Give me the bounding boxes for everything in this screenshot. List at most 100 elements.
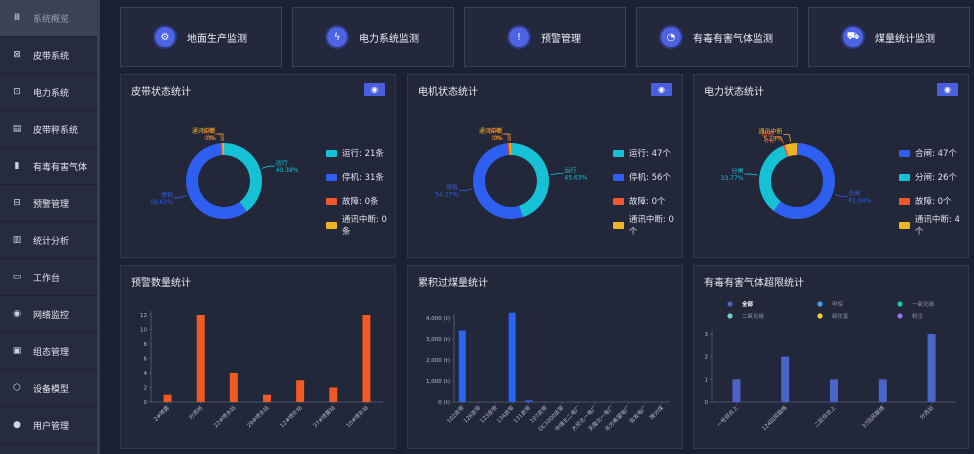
- sidebar: Ⅲ 系统概览 ⊠ 皮带系统 ⊡ 电力系统 ▤ 皮带秤系统 ▮ 有毒有害气体 ⊟ 预警管理 ▥ 统计分析 ▭ 工…: [0, 0, 100, 454]
- slice-percent-label: 59.62%: [150, 199, 173, 206]
- legend-label: 故障: 0条: [342, 197, 379, 207]
- alert-icon: ⊟: [13, 198, 21, 208]
- sidebar-item[interactable]: ▭ 工作台: [0, 259, 97, 296]
- sidebar-item-label: 组态管理: [33, 347, 70, 358]
- motor-status-panel: 电机状态统计 ◉ 运行 45.63% 停机 54.37% 故障 0% 通讯中断 0% 运行: …: [407, 74, 683, 258]
- x-tick-label: 分选站: [918, 403, 936, 421]
- sidebar-item-label: 皮带秤系统: [33, 125, 79, 136]
- y-tick-label: 0 (t): [438, 400, 450, 406]
- x-tick-label: 陕分煤: [648, 403, 666, 421]
- sidebar-item[interactable]: ◉ 网络监控: [0, 296, 97, 333]
- legend-swatch: [613, 149, 624, 157]
- legend-item: 故障: 0个: [613, 189, 682, 213]
- bar: [508, 312, 516, 402]
- nav-card[interactable]: ⛟ 煤量统计监测: [808, 7, 970, 67]
- slice-percent-label: 45.63%: [564, 175, 587, 182]
- sidebar-item-label: 电力系统: [33, 88, 70, 99]
- legend-label: 通讯中断: 4个: [914, 215, 960, 237]
- legend-item: 合闸: 47个: [899, 141, 968, 165]
- gas-bottle-icon: ▮: [14, 161, 20, 171]
- lightning-icon: ϟ: [327, 27, 347, 47]
- label-line: [744, 173, 758, 176]
- legend-marker: [897, 301, 903, 307]
- belt-icon: ⊠: [13, 50, 21, 60]
- x-tick-label: 2#喷雾: [152, 403, 172, 423]
- coal-total-panel: 累积过煤量统计 0 (t) 1,000 (t) 2,000 (t) 3,000 (t)…: [407, 265, 683, 449]
- bar: [525, 400, 533, 402]
- bar: [927, 334, 936, 402]
- nav-card[interactable]: ◔ 有毒有害气体监测: [636, 7, 798, 67]
- legend-item: 通讯中断: 4个: [899, 213, 968, 237]
- cube-icon: ⬡: [13, 383, 21, 393]
- slice-percent-label: 61.04%: [848, 197, 871, 204]
- legend-label: 一氧化碳: [912, 300, 935, 308]
- nav-card[interactable]: ϟ 电力系统监测: [292, 7, 454, 67]
- slice-name-label: 通讯中断: [758, 128, 782, 136]
- ground-production-icon: ⚙: [155, 27, 175, 47]
- sidebar-item[interactable]: ⬡ 设备模型: [0, 370, 97, 407]
- legend-item: 故障: 0个: [899, 189, 968, 213]
- sidebar-item-label: 系统概览: [33, 14, 70, 25]
- legend-label: 二氧化碳: [742, 312, 765, 320]
- bar: [362, 315, 371, 402]
- sidebar-item[interactable]: ▤ 皮带秤系统: [0, 111, 97, 148]
- sidebar-item[interactable]: ⊠ 皮带系统: [0, 37, 97, 74]
- legend-item: 故障: 0条: [326, 189, 395, 213]
- legend-item: 停机: 31条: [326, 165, 395, 189]
- slice-name-label: 通讯中断: [479, 127, 503, 135]
- legend-label: 运行: 21条: [342, 149, 384, 159]
- nav-card-label: 预警管理: [541, 33, 581, 45]
- legend-swatch: [326, 173, 337, 181]
- x-tick-label: 信发电厂: [627, 403, 649, 425]
- sidebar-item-label: 有毒有害气体: [33, 162, 88, 173]
- sidebar-item[interactable]: ⊡ 电力系统: [0, 74, 97, 111]
- nav-card-label: 地面生产监测: [187, 33, 247, 45]
- legend-label: 粉尘: [912, 312, 924, 320]
- nav-card-label: 有毒有害气体监测: [693, 33, 773, 45]
- sidebar-item[interactable]: ▣ 组态管理: [0, 333, 97, 370]
- legend-swatch: [899, 173, 910, 181]
- slice-percent-label: 33.77%: [721, 175, 744, 182]
- y-tick-label: 2: [705, 355, 709, 361]
- bar: [830, 379, 838, 402]
- legend-swatch: [899, 197, 910, 205]
- x-tick-label: 37回风联络: [860, 403, 887, 430]
- coal-bar-chart: 0 (t) 1,000 (t) 2,000 (t) 3,000 (t) 4,000 (t…: [426, 312, 670, 433]
- label-line: [783, 134, 791, 142]
- legend-swatch: [326, 197, 337, 205]
- legend-item: 运行: 47个: [613, 141, 682, 165]
- nav-card[interactable]: ⚙ 地面生产监测: [120, 7, 282, 67]
- slice-name-label: 停机: [161, 191, 173, 199]
- legend-label: 分闸: 26个: [915, 173, 957, 183]
- sidebar-item[interactable]: ● 用户管理: [0, 407, 97, 444]
- sidebar-item[interactable]: ▮ 有毒有害气体: [0, 148, 97, 185]
- config-icon: ▣: [12, 346, 22, 356]
- motor-legend: 运行: 47个 停机: 56个 故障: 0个 通讯中断: 0个: [613, 141, 682, 237]
- sidebar-item[interactable]: ⊟ 预警管理: [0, 185, 97, 222]
- sidebar-item-label: 设备模型: [33, 384, 70, 395]
- x-tick-label: 12#喷补站: [278, 403, 304, 429]
- camera-icon: ◉: [13, 309, 21, 319]
- slice-name-label: 分闸: [732, 167, 744, 175]
- power-legend: 合闸: 47个分闸: 26个故障: 0个 通讯中断: 4个: [899, 141, 968, 237]
- label-line: [834, 193, 848, 197]
- legend-item: 通讯中断: 0条: [326, 213, 395, 237]
- x-tick-label: 22#喷水站: [212, 403, 238, 429]
- x-tick-label: 29#喷水站: [245, 403, 271, 429]
- legend-label: 停机: 31条: [342, 173, 384, 183]
- x-tick-label: 37#喷雾站: [311, 403, 337, 429]
- label-line: [261, 165, 275, 169]
- sidebar-item-label: 皮带系统: [33, 51, 70, 62]
- legend-label: 停机: 56个: [629, 173, 671, 183]
- label-line: [503, 133, 511, 142]
- belt-status-panel: 皮带状态统计 ◉ 运行 40.38% 停机 59.62% 故障 0% 通讯中断 0% 运行: …: [120, 74, 396, 258]
- sidebar-item-label: 工作台: [33, 273, 61, 284]
- legend-item: 分闸: 26个: [899, 165, 968, 189]
- nav-card-label: 电力系统监测: [359, 33, 419, 45]
- nav-card[interactable]: ! 预警管理: [464, 7, 626, 67]
- legend-marker: [727, 301, 733, 307]
- sidebar-item[interactable]: Ⅲ 系统概览: [0, 0, 97, 37]
- sidebar-item[interactable]: ▥ 统计分析: [0, 222, 97, 259]
- legend-swatch: [613, 221, 624, 229]
- grid-icon: Ⅲ: [13, 13, 21, 23]
